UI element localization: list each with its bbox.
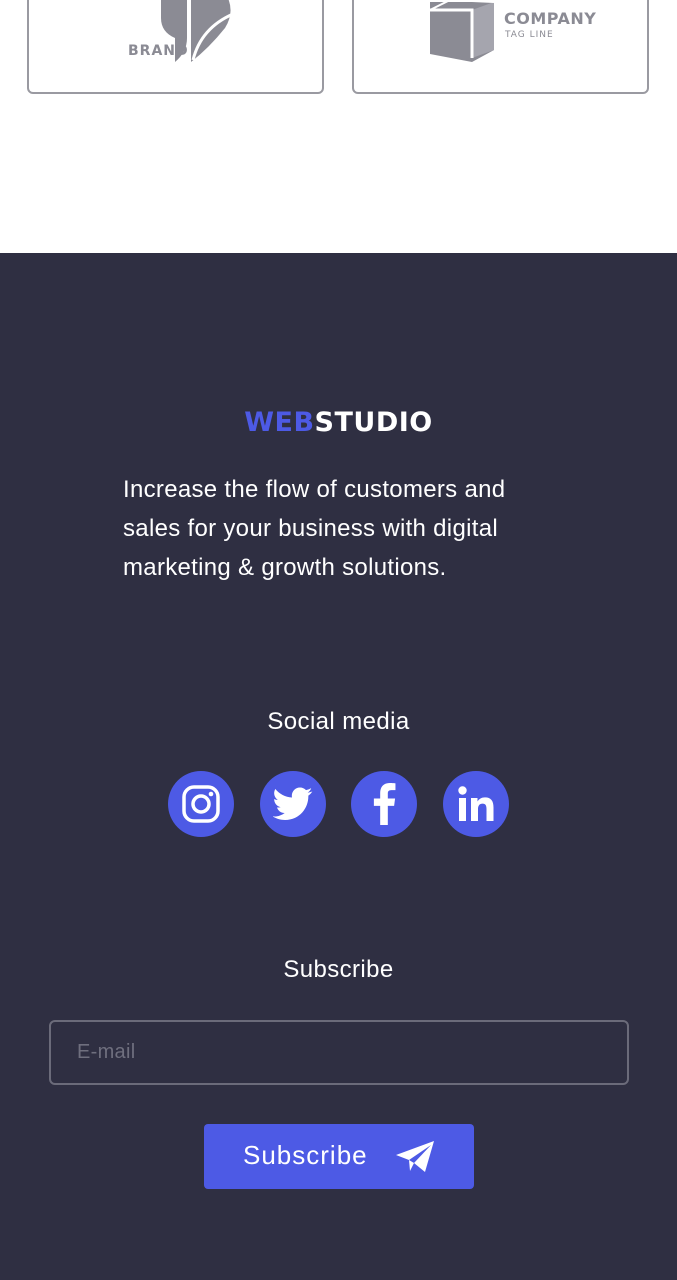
instagram-link[interactable] bbox=[168, 771, 234, 837]
page: BRAND COMPANY TAG LINE WEBSTUDIO Increas… bbox=[0, 0, 677, 1280]
send-icon bbox=[396, 1141, 434, 1172]
company-logo-text: COMPANY bbox=[504, 9, 597, 28]
instagram-icon bbox=[182, 785, 220, 823]
company-logo-tagline: TAG LINE bbox=[505, 30, 554, 40]
company-logo-card: COMPANY TAG LINE bbox=[352, 0, 649, 94]
footer-tagline: Increase the flow of customers and sales… bbox=[123, 476, 506, 581]
linkedin-link[interactable] bbox=[443, 771, 509, 837]
logo-rest-text: STUDIO bbox=[314, 407, 433, 438]
subscribe-title: Subscribe bbox=[283, 956, 394, 983]
facebook-link[interactable] bbox=[351, 771, 417, 837]
subscribe-button[interactable]: Subscribe bbox=[204, 1124, 474, 1189]
brand-logo-text: BRAND bbox=[128, 43, 189, 59]
footer: WEBSTUDIO Increase the flow of customers… bbox=[0, 253, 677, 1280]
company-cube-icon bbox=[429, 0, 495, 62]
twitter-icon bbox=[273, 787, 313, 820]
social-links bbox=[168, 771, 510, 837]
email-input[interactable] bbox=[49, 1020, 629, 1085]
webstudio-logo[interactable]: WEBSTUDIO bbox=[0, 407, 677, 438]
partner-logos-section: BRAND COMPANY TAG LINE bbox=[0, 0, 677, 253]
subscribe-button-label: Subscribe bbox=[243, 1140, 368, 1170]
twitter-link[interactable] bbox=[260, 771, 326, 837]
social-media-title: Social media bbox=[267, 708, 410, 735]
linkedin-icon bbox=[458, 786, 494, 821]
brand-logo-card: BRAND bbox=[27, 0, 324, 94]
logo-accent-text: WEB bbox=[244, 407, 315, 438]
facebook-icon bbox=[373, 783, 396, 825]
